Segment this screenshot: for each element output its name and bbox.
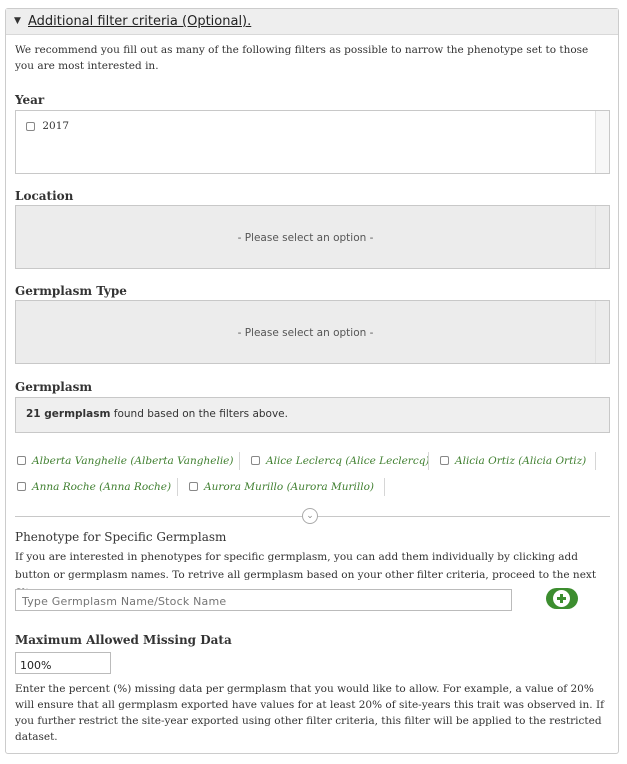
fieldset-title-link[interactable]: Additional filter criteria (Optional). xyxy=(28,14,251,29)
germplasm-item[interactable]: Alice Leclercq (Alice Leclercq) xyxy=(251,455,430,467)
item-separator xyxy=(384,478,385,496)
germplasm-item[interactable]: Aurora Murillo (Aurora Murillo) xyxy=(189,481,374,493)
germplasm-count-box: 21 germplasm found based on the filters … xyxy=(15,397,610,433)
item-separator xyxy=(595,452,596,470)
germplasm-checkbox[interactable] xyxy=(17,455,26,465)
year-option[interactable]: 2017 xyxy=(26,120,69,132)
chevron-down-icon[interactable]: ⌄ xyxy=(302,508,318,524)
germplasm-name-input[interactable] xyxy=(15,589,512,611)
plus-icon xyxy=(553,590,570,607)
location-select[interactable]: - Please select an option - xyxy=(15,205,610,269)
germplasm-item-label[interactable]: Alberta Vanghelie (Alberta Vanghelie) xyxy=(32,455,234,467)
specific-germplasm-title: Phenotype for Specific Germplasm xyxy=(15,530,227,544)
missing-data-input[interactable] xyxy=(15,652,111,674)
germplasm-item-label[interactable]: Anna Roche (Anna Roche) xyxy=(32,481,171,493)
missing-data-description: Enter the percent (%) missing data per g… xyxy=(15,683,605,743)
germplasm-item[interactable]: Alicia Ortiz (Alicia Ortiz) xyxy=(440,455,586,467)
germplasm-item-label[interactable]: Aurora Murillo (Aurora Murillo) xyxy=(204,481,374,493)
germplasm-checkbox[interactable] xyxy=(251,455,260,465)
year-checkbox-list: 2017 xyxy=(15,110,610,174)
location-scrollbar[interactable] xyxy=(595,206,609,268)
intro-text: We recommend you fill out as many of the… xyxy=(15,44,589,72)
fieldset-legend[interactable]: ▼ Additional filter criteria (Optional). xyxy=(6,9,618,35)
year-checkbox[interactable] xyxy=(26,121,35,131)
germplasm-label: Germplasm xyxy=(15,380,93,394)
location-label: Location xyxy=(15,189,74,203)
item-separator xyxy=(177,478,178,496)
germplasm-item[interactable]: Anna Roche (Anna Roche) xyxy=(17,481,171,493)
add-germplasm-button[interactable] xyxy=(546,588,578,609)
year-label: Year xyxy=(15,93,45,107)
filter-fieldset: ▼ Additional filter criteria (Optional).… xyxy=(5,8,619,754)
item-separator xyxy=(428,452,429,470)
germplasm-checkbox[interactable] xyxy=(440,455,449,465)
germplasm-found-text: found based on the filters above. xyxy=(113,408,288,420)
missing-data-label: Maximum Allowed Missing Data xyxy=(15,633,232,647)
germplasm-type-placeholder: - Please select an option - xyxy=(237,327,374,339)
year-scrollbar[interactable] xyxy=(595,111,609,173)
germplasm-type-select[interactable]: - Please select an option - xyxy=(15,300,610,364)
germplasm-type-label: Germplasm Type xyxy=(15,284,127,298)
germplasm-checkbox[interactable] xyxy=(189,481,198,491)
germplasm-item-label[interactable]: Alice Leclercq (Alice Leclercq) xyxy=(266,455,430,467)
germplasm-item-label[interactable]: Alicia Ortiz (Alicia Ortiz) xyxy=(455,455,586,467)
collapse-triangle-icon[interactable]: ▼ xyxy=(14,16,21,26)
germplasm-checkbox[interactable] xyxy=(17,481,26,491)
year-option-label: 2017 xyxy=(42,120,70,132)
germplasm-count: 21 germplasm xyxy=(26,408,111,420)
germplasm-type-scrollbar[interactable] xyxy=(595,301,609,363)
item-separator xyxy=(239,452,240,470)
location-placeholder: - Please select an option - xyxy=(237,232,374,244)
germplasm-item[interactable]: Alberta Vanghelie (Alberta Vanghelie) xyxy=(17,455,234,467)
